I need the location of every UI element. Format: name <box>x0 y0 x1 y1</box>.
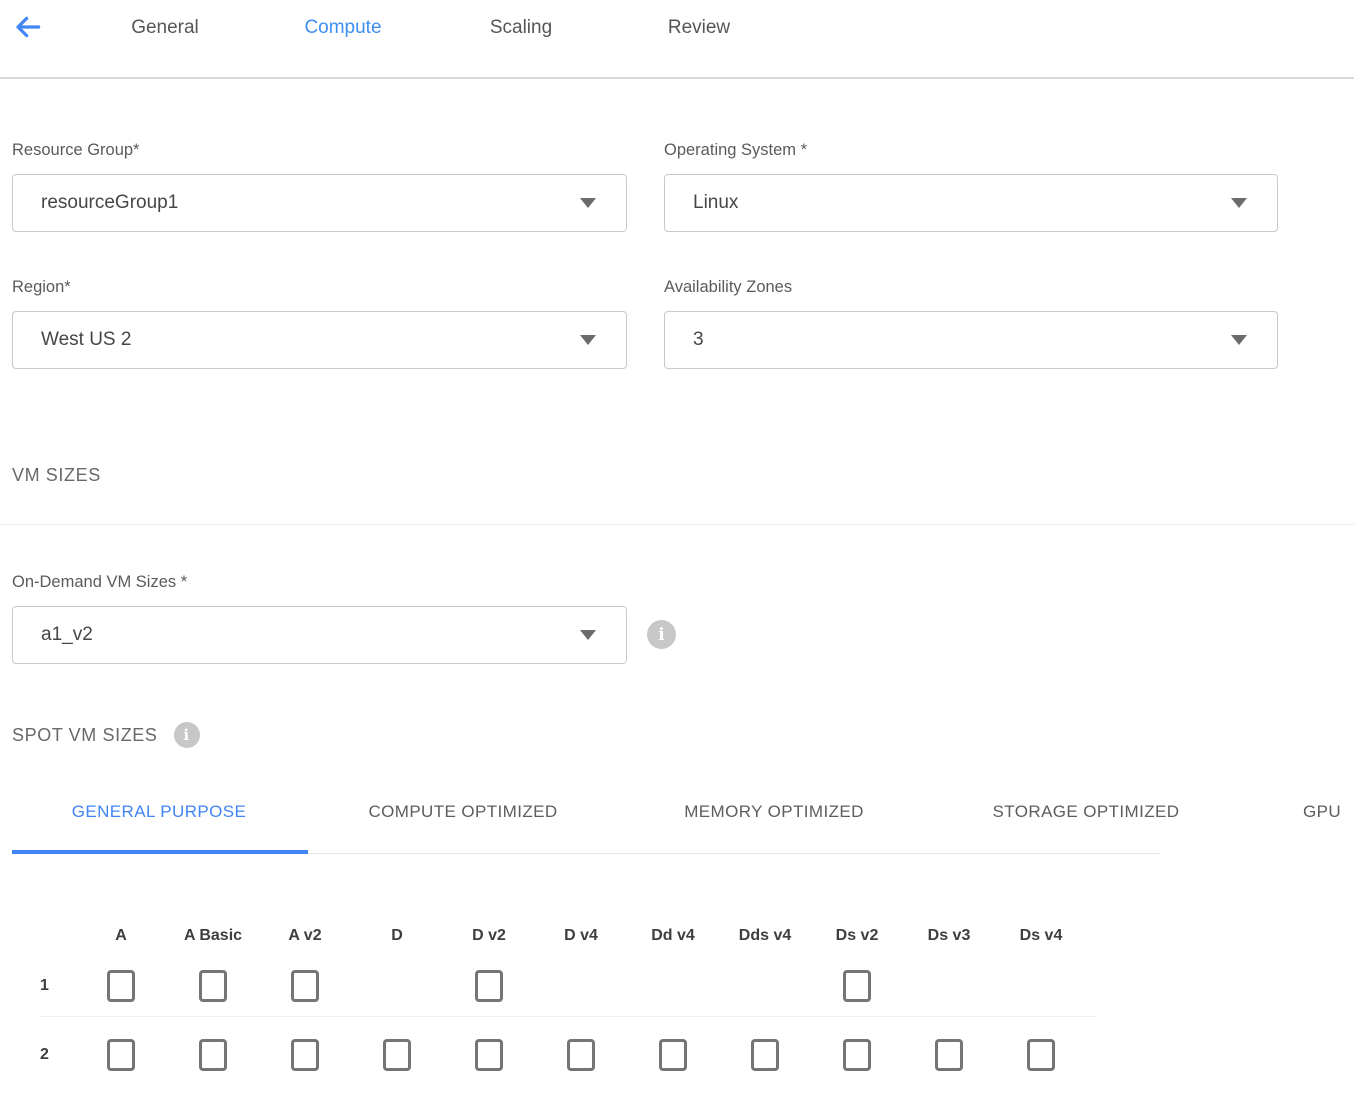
table-row: 2 <box>12 1017 1354 1093</box>
column-header: Dd v4 <box>627 927 719 945</box>
spot-vm-category-tabs: GENERAL PURPOSE COMPUTE OPTIMIZED MEMORY… <box>12 792 1354 854</box>
size-checkbox[interactable] <box>199 1039 227 1071</box>
size-checkbox[interactable] <box>843 1039 871 1071</box>
size-checkbox[interactable] <box>107 970 135 1002</box>
region-value: West US 2 <box>41 329 131 351</box>
chevron-down-icon <box>1231 335 1247 345</box>
back-button[interactable] <box>10 11 46 47</box>
resource-group-value: resourceGroup1 <box>41 192 178 214</box>
size-checkbox[interactable] <box>935 1039 963 1071</box>
row-number: 2 <box>12 1046 75 1064</box>
tab-general-purpose[interactable]: GENERAL PURPOSE <box>12 792 308 854</box>
step-compute[interactable]: Compute <box>254 0 432 56</box>
field-operating-system: Operating System * Linux <box>664 141 1278 232</box>
on-demand-vm-sizes-select[interactable]: a1_v2 <box>12 606 627 664</box>
on-demand-row: On-Demand VM Sizes * a1_v2 i <box>12 573 1354 664</box>
size-checkbox[interactable] <box>291 1039 319 1071</box>
chevron-down-icon <box>580 198 596 208</box>
step-review[interactable]: Review <box>610 0 788 56</box>
row-number: 1 <box>12 977 75 995</box>
column-header: D <box>351 927 443 945</box>
size-checkbox[interactable] <box>291 970 319 1002</box>
table-header-row: A A Basic A v2 D D v2 D v4 Dd v4 Dds v4 … <box>12 916 1354 956</box>
column-header: Dds v4 <box>719 927 811 945</box>
column-header: Ds v3 <box>903 927 995 945</box>
step-general[interactable]: General <box>76 0 254 56</box>
column-header: Ds v2 <box>811 927 903 945</box>
table-row: 1 <box>12 956 1354 1016</box>
availability-zones-label: Availability Zones <box>664 278 1278 297</box>
size-checkbox[interactable] <box>383 1039 411 1071</box>
column-header: A <box>75 927 167 945</box>
step-scaling[interactable]: Scaling <box>432 0 610 56</box>
on-demand-vm-sizes-value: a1_v2 <box>41 624 93 646</box>
spot-vm-size-table: A A Basic A v2 D D v2 D v4 Dd v4 Dds v4 … <box>12 916 1354 1093</box>
vm-sizes-heading: VM SIZES <box>12 465 1354 486</box>
operating-system-label: Operating System * <box>664 141 1278 160</box>
field-on-demand-vm-sizes: On-Demand VM Sizes * a1_v2 <box>12 573 627 664</box>
on-demand-vm-sizes-label: On-Demand VM Sizes * <box>12 573 627 592</box>
back-arrow-icon <box>12 11 44 48</box>
resource-group-select[interactable]: resourceGroup1 <box>12 174 627 232</box>
size-checkbox[interactable] <box>567 1039 595 1071</box>
info-icon[interactable]: i <box>647 620 676 649</box>
tab-storage-optimized[interactable]: STORAGE OPTIMIZED <box>930 792 1242 854</box>
tab-gpu[interactable]: GPU <box>1242 792 1354 854</box>
size-checkbox[interactable] <box>751 1039 779 1071</box>
chevron-down-icon <box>580 335 596 345</box>
wizard-header: General Compute Scaling Review <box>0 0 1354 79</box>
compute-step-content: Resource Group* resourceGroup1 Operating… <box>0 141 1354 1093</box>
availability-zones-value: 3 <box>693 329 704 351</box>
field-availability-zones: Availability Zones 3 <box>664 278 1278 369</box>
info-icon[interactable]: i <box>174 722 200 748</box>
operating-system-value: Linux <box>693 192 738 214</box>
column-header: Ds v4 <box>995 927 1087 945</box>
wizard-steps: General Compute Scaling Review <box>76 0 1354 56</box>
operating-system-select[interactable]: Linux <box>664 174 1278 232</box>
column-header: D v2 <box>443 927 535 945</box>
form-grid: Resource Group* resourceGroup1 Operating… <box>12 141 1354 369</box>
field-resource-group: Resource Group* resourceGroup1 <box>12 141 627 232</box>
resource-group-label: Resource Group* <box>12 141 627 160</box>
region-label: Region* <box>12 278 627 297</box>
field-region: Region* West US 2 <box>12 278 627 369</box>
size-checkbox[interactable] <box>659 1039 687 1071</box>
chevron-down-icon <box>1231 198 1247 208</box>
chevron-down-icon <box>580 630 596 640</box>
size-checkbox[interactable] <box>107 1039 135 1071</box>
size-checkbox[interactable] <box>199 970 227 1002</box>
tab-compute-optimized[interactable]: COMPUTE OPTIMIZED <box>308 792 618 854</box>
column-header: D v4 <box>535 927 627 945</box>
section-divider <box>0 524 1354 525</box>
availability-zones-select[interactable]: 3 <box>664 311 1278 369</box>
size-checkbox[interactable] <box>475 970 503 1002</box>
spot-vm-sizes-heading: SPOT VM SIZES <box>12 725 158 746</box>
column-header: A v2 <box>259 927 351 945</box>
tab-memory-optimized[interactable]: MEMORY OPTIMIZED <box>618 792 930 854</box>
column-header: A Basic <box>167 927 259 945</box>
size-checkbox[interactable] <box>1027 1039 1055 1071</box>
size-checkbox[interactable] <box>475 1039 503 1071</box>
region-select[interactable]: West US 2 <box>12 311 627 369</box>
size-checkbox[interactable] <box>843 970 871 1002</box>
spot-vm-sizes-heading-row: SPOT VM SIZES i <box>12 722 1354 748</box>
